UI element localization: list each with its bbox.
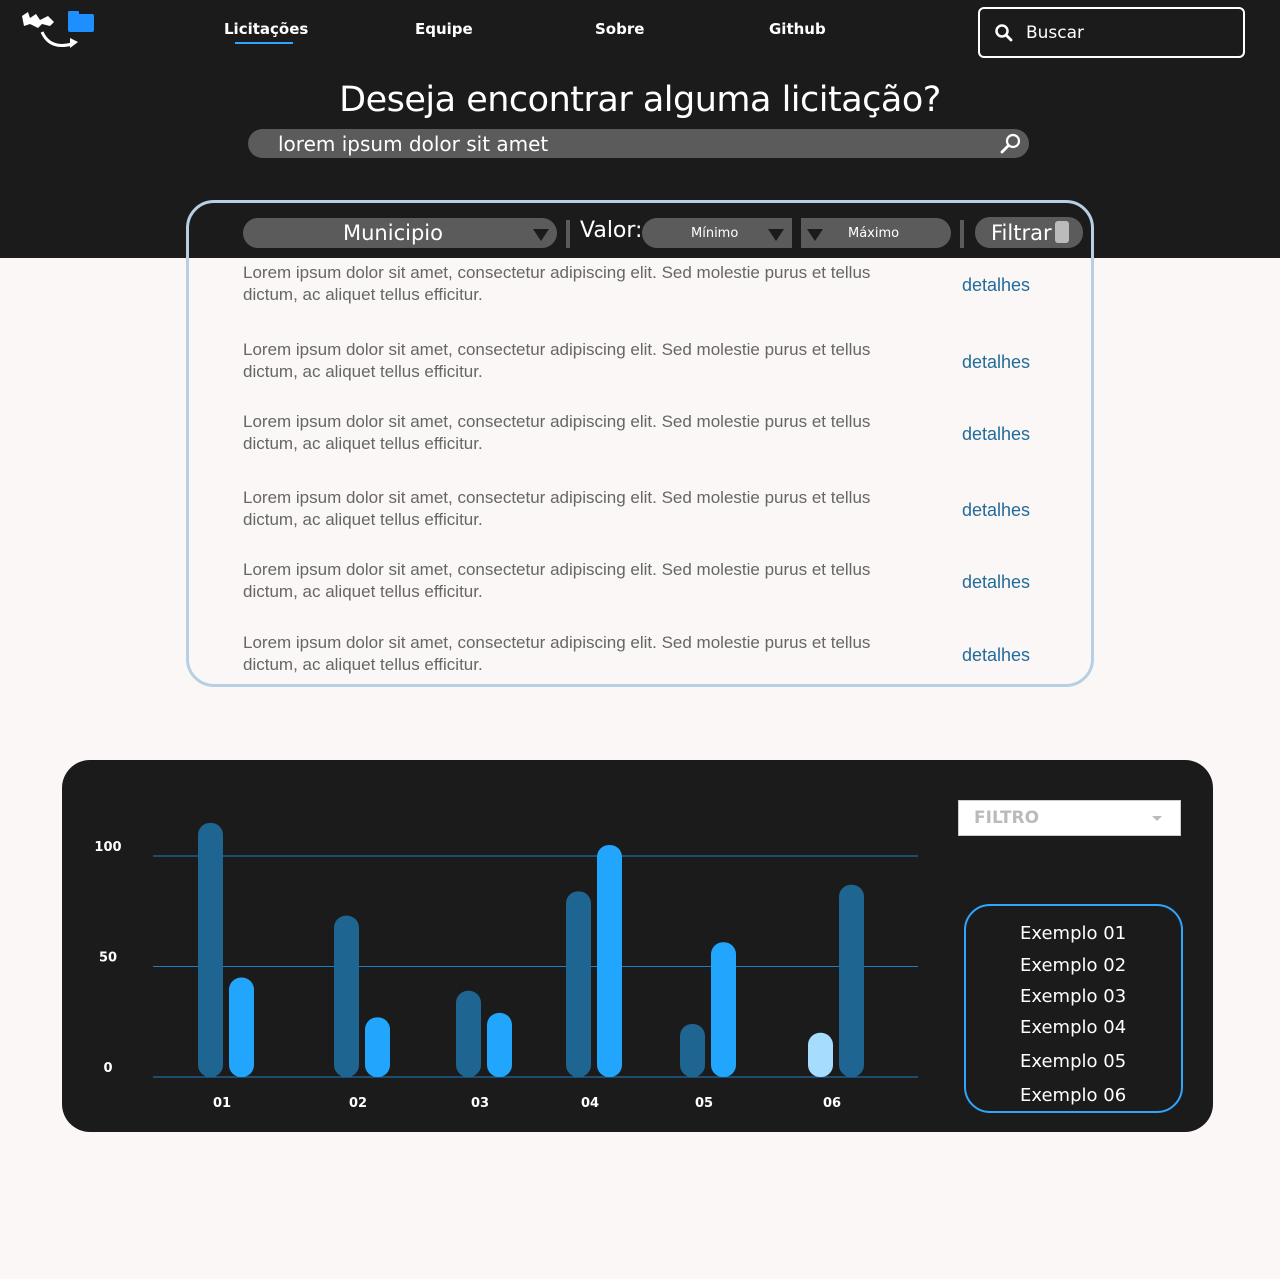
- page-title: Deseja encontrar alguma licitação?: [339, 80, 941, 120]
- result-text: Lorem ipsum dolor sit amet, consectetur …: [243, 263, 871, 304]
- legend-item[interactable]: Exemplo 03: [1020, 986, 1126, 1007]
- legend-item[interactable]: Exemplo 06: [1020, 1085, 1126, 1106]
- search-icon: [995, 23, 1013, 41]
- chart-legend: Exemplo 01 Exemplo 02 Exemplo 03 Exemplo…: [964, 904, 1183, 1113]
- chevron-down-icon: [807, 229, 823, 241]
- chevron-down-icon: [533, 229, 549, 241]
- divider: [960, 220, 964, 248]
- municipio-select[interactable]: Municipio: [243, 218, 557, 248]
- top-search-box[interactable]: [978, 7, 1245, 58]
- filter-icon: [1055, 221, 1069, 243]
- legend-item[interactable]: Exemplo 04: [1020, 1017, 1126, 1038]
- nav-equipe[interactable]: Equipe: [415, 20, 473, 38]
- details-link[interactable]: detalhes: [962, 424, 1030, 445]
- result-text: Lorem ipsum dolor sit amet, consectetur …: [243, 560, 871, 601]
- result-text: Lorem ipsum dolor sit amet, consectetur …: [243, 340, 871, 381]
- result-text: Lorem ipsum dolor sit amet, consectetur …: [243, 633, 871, 674]
- chevron-down-icon: [768, 229, 784, 241]
- filtrar-label: Filtrar: [991, 220, 1052, 245]
- municipio-label: Municipio: [343, 221, 443, 245]
- details-link[interactable]: detalhes: [962, 352, 1030, 373]
- details-link[interactable]: detalhes: [962, 645, 1030, 666]
- chart-filter-select[interactable]: FILTRO: [958, 800, 1181, 836]
- top-search-input[interactable]: [1026, 22, 1226, 43]
- maximo-select[interactable]: Máximo: [801, 218, 951, 248]
- details-link[interactable]: detalhes: [962, 572, 1030, 593]
- filter-bar: Municipio Valor: Mínimo Máximo Filtrar: [0, 216, 1280, 250]
- minimo-label: Mínimo: [691, 225, 739, 241]
- legend-item[interactable]: Exemplo 01: [1020, 923, 1126, 944]
- legend-item[interactable]: Exemplo 02: [1020, 955, 1126, 976]
- search-icon[interactable]: [999, 132, 1023, 156]
- minimo-select[interactable]: Mínimo: [642, 218, 792, 248]
- divider: [566, 220, 570, 248]
- main-search-input[interactable]: [278, 131, 978, 156]
- caret-down-icon: [1152, 816, 1162, 821]
- result-text: Lorem ipsum dolor sit amet, consectetur …: [243, 488, 871, 529]
- main-search-box[interactable]: [248, 129, 1029, 158]
- nav-github[interactable]: Github: [769, 20, 826, 38]
- legend-item[interactable]: Exemplo 05: [1020, 1051, 1126, 1072]
- filtrar-button[interactable]: Filtrar: [975, 217, 1083, 248]
- nav-sobre[interactable]: Sobre: [595, 20, 644, 38]
- nav-licitacoes[interactable]: Licitações: [224, 20, 308, 44]
- maximo-label: Máximo: [848, 225, 900, 241]
- details-link[interactable]: detalhes: [962, 500, 1030, 521]
- valor-label: Valor:: [580, 218, 643, 243]
- result-text: Lorem ipsum dolor sit amet, consectetur …: [243, 412, 871, 453]
- chart-filter-label: FILTRO: [974, 808, 1040, 828]
- details-link[interactable]: detalhes: [962, 275, 1030, 296]
